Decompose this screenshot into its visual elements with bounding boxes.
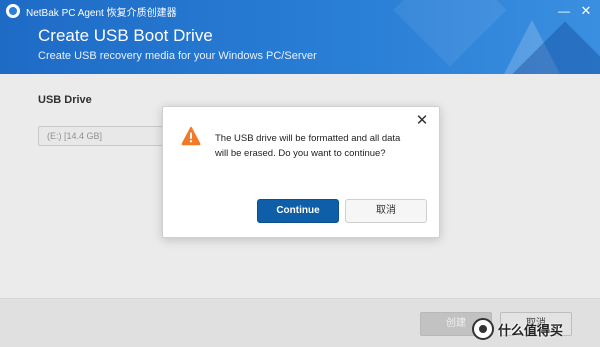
- page-subtitle: Create USB recovery media for your Windo…: [38, 50, 317, 62]
- watermark-text: 什么值得买: [498, 322, 564, 338]
- continue-button[interactable]: Continue: [257, 199, 339, 223]
- title-bar: NetBak PC Agent 恢复介质创建器 — ✕: [0, 0, 600, 22]
- window-close-button[interactable]: ✕: [576, 2, 596, 20]
- warning-icon: [181, 126, 201, 146]
- app-title: NetBak PC Agent 恢复介质创建器: [26, 8, 177, 19]
- watermark-logo-icon: [472, 318, 494, 340]
- header-banner: NetBak PC Agent 恢复介质创建器 — ✕ Create USB B…: [0, 0, 600, 74]
- format-warning-dialog: ✕ The USB drive will be formatted and al…: [162, 106, 440, 238]
- dialog-cancel-button[interactable]: 取消: [345, 199, 427, 223]
- watermark: 什么值得买: [472, 316, 563, 342]
- dialog-message: The USB drive will be formatted and all …: [215, 133, 401, 159]
- dialog-close-button[interactable]: ✕: [413, 112, 431, 130]
- app-logo-icon: [6, 4, 20, 18]
- page-title: Create USB Boot Drive: [38, 26, 213, 45]
- minimize-button[interactable]: —: [554, 2, 574, 20]
